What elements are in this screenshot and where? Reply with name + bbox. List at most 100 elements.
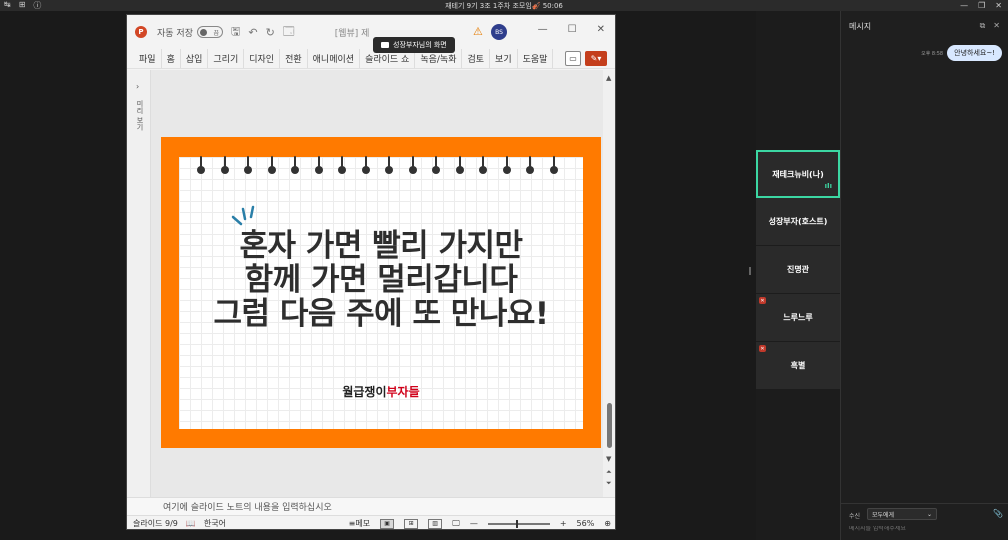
vertical-scrollbar[interactable]: ▲ ▼ ⏶ ⏷	[603, 70, 615, 497]
spiral-ring	[479, 156, 487, 174]
zoom-level[interactable]: 56%	[577, 519, 595, 528]
chat-message: 오후 8:58 안녕하세요~!	[921, 45, 1002, 61]
normal-view-icon[interactable]: ▣	[380, 518, 395, 529]
spiral-ring	[502, 156, 511, 174]
shared-screen-area: P 자동 저장 끔 🖫 ↶ ↻ 🗔 [웹뷰] 제 ⚠ BS — ☐ ✕ 성장부자…	[0, 11, 756, 540]
restore-icon[interactable]: ❐	[978, 1, 985, 10]
popout-icon[interactable]: ⧉	[980, 21, 986, 31]
scroll-up-icon[interactable]: ▲	[606, 74, 611, 82]
chat-header-icons: ⧉ ✕	[980, 21, 1000, 31]
participant-tile[interactable]: 재테크뉴비(나) ıIı	[756, 150, 840, 198]
tab-view[interactable]: 보기	[490, 49, 518, 68]
next-slide-icon[interactable]: ⏷	[606, 479, 612, 488]
participant-name: 성장부자(호스트)	[768, 217, 828, 226]
recipient-select[interactable]: 모두에게 ⌄	[867, 508, 937, 520]
fit-slide-icon[interactable]: ⊕	[604, 519, 611, 528]
ppt-maximize-icon[interactable]: ☐	[568, 24, 577, 35]
spiral-ring	[408, 156, 417, 174]
redo-icon[interactable]: ↻	[266, 26, 275, 39]
participant-tile[interactable]: 성장부자(호스트)	[756, 198, 840, 246]
prev-slide-icon[interactable]: ⏶	[606, 468, 612, 477]
slideshow-view-icon[interactable]: 🖵	[452, 519, 460, 529]
minimize-icon[interactable]: —	[960, 1, 968, 10]
tab-review[interactable]: 검토	[462, 49, 491, 68]
spiral-ring	[314, 156, 323, 174]
warning-icon[interactable]: ⚠	[473, 25, 483, 38]
language-indicator[interactable]: 한국어	[204, 518, 226, 529]
participant-tile[interactable]: ✕ 흑별	[756, 342, 840, 390]
user-avatar[interactable]: BS	[491, 24, 507, 40]
reading-view-icon[interactable]: ▥	[428, 518, 443, 529]
slide-canvas[interactable]: 혼자 가면 빨리 가지만 함께 가면 멀리갑니다 그럼 다음 주에 또 만나요!…	[161, 137, 601, 448]
scroll-down-icon[interactable]: ▼	[606, 455, 611, 463]
powerpoint-window: P 자동 저장 끔 🖫 ↶ ↻ 🗔 [웹뷰] 제 ⚠ BS — ☐ ✕ 성장부자…	[126, 14, 616, 530]
spiral-ring	[244, 156, 252, 174]
message-bubble[interactable]: 안녕하세요~!	[947, 45, 1002, 61]
comments-icon[interactable]: ▭	[565, 51, 581, 66]
ppt-window-controls: — ☐ ✕	[538, 24, 605, 35]
brand-red-text: 부자들	[386, 385, 420, 399]
chat-input[interactable]	[849, 526, 999, 532]
spiral-ring	[220, 156, 229, 174]
attach-icon[interactable]: 📎	[993, 509, 1003, 518]
muted-mic-icon: ✕	[759, 297, 766, 304]
participant-tile[interactable]: ✕ 느루느루	[756, 294, 840, 342]
status-right: ≡메모 ▣ ⊞ ▥ 🖵 — + 56% ⊕	[349, 518, 611, 529]
spiral-ring	[455, 156, 464, 174]
panel-splitter[interactable]: ‖	[748, 266, 752, 275]
speaking-indicator-icon: ıIı	[824, 182, 832, 190]
autosave-toggle[interactable]: 끔	[196, 26, 223, 38]
notes-button-label: 메모	[355, 519, 371, 528]
brand-black-text: 월급쟁이	[342, 385, 387, 399]
participant-name: 진명관	[786, 265, 810, 274]
tab-insert[interactable]: 삽입	[181, 49, 209, 68]
meeting-title: 재테기 9기 3조 1주차 조모임🎻 50:06	[445, 1, 563, 10]
tab-help[interactable]: 도움말	[518, 49, 554, 68]
save-icon[interactable]: 🖫	[231, 23, 240, 42]
notes-button[interactable]: ≡메모	[349, 518, 370, 529]
spiral-ring	[267, 156, 276, 174]
tab-design[interactable]: 디자인	[244, 49, 281, 68]
editing-mode-icon[interactable]: ✎▾	[585, 51, 607, 66]
close-icon[interactable]: ✕	[995, 1, 1002, 10]
ppt-close-icon[interactable]: ✕	[597, 24, 605, 35]
tab-animations[interactable]: 애니메이션	[308, 49, 361, 68]
accessibility-icon[interactable]: 📖	[186, 519, 196, 528]
spiral-ring	[549, 156, 558, 174]
quote-line-2: 함께 가면 멀리갑니다	[244, 262, 518, 298]
zoom-in-icon[interactable]: +	[560, 519, 567, 528]
share-banner-text: 성장부자님의 화면	[393, 41, 447, 49]
message-time: 오후 8:58	[921, 50, 944, 57]
muted-mic-icon: ✕	[759, 345, 766, 352]
participant-name: 재테크뉴비(나)	[772, 169, 824, 179]
participant-name: 흑별	[790, 361, 806, 370]
tab-home[interactable]: 홈	[162, 49, 181, 68]
spiral-ring	[385, 156, 393, 174]
slide-sorter-icon[interactable]: ⊞	[404, 518, 419, 529]
chevron-down-icon: ⌄	[926, 510, 932, 518]
participant-tile[interactable]: 진명관	[756, 246, 840, 294]
participant-name: 느루느루	[783, 313, 813, 322]
brand-logo: 월급쟁이부자들	[179, 383, 583, 400]
slide-notes-area[interactable]: 여기에 슬라이드 노트의 내용을 입력하십시오	[127, 497, 615, 515]
chevron-right-icon[interactable]: ›	[136, 82, 139, 91]
chat-close-icon[interactable]: ✕	[993, 21, 1000, 31]
spiral-ring	[291, 156, 299, 174]
file-name[interactable]: [웹뷰] 제	[335, 26, 370, 39]
tab-file[interactable]: 파일	[137, 49, 162, 68]
zoom-out-icon[interactable]: —	[470, 519, 478, 528]
participant-list: 재테크뉴비(나) ıIı 성장부자(호스트) 진명관 ✕ 느루느루 ✕ 흑별	[756, 150, 840, 390]
thumbnail-pane-label[interactable]: 미리 보기	[135, 100, 145, 130]
zoom-slider[interactable]	[487, 519, 550, 528]
ppt-title-bar: P 자동 저장 끔 🖫 ↶ ↻ 🗔 [웹뷰] 제 ⚠ BS — ☐ ✕	[127, 15, 615, 49]
scrollbar-thumb[interactable]	[607, 403, 612, 448]
screen-share-icon	[381, 42, 389, 48]
present-icon[interactable]: 🗔	[283, 23, 295, 42]
undo-icon[interactable]: ↶	[248, 26, 257, 39]
spiral-ring	[526, 156, 534, 174]
ppt-minimize-icon[interactable]: —	[538, 24, 548, 35]
tab-draw[interactable]: 그리기	[208, 49, 245, 68]
recipient-label: 수신	[849, 513, 861, 520]
spiral-ring	[338, 156, 346, 174]
tab-transitions[interactable]: 전환	[280, 49, 308, 68]
